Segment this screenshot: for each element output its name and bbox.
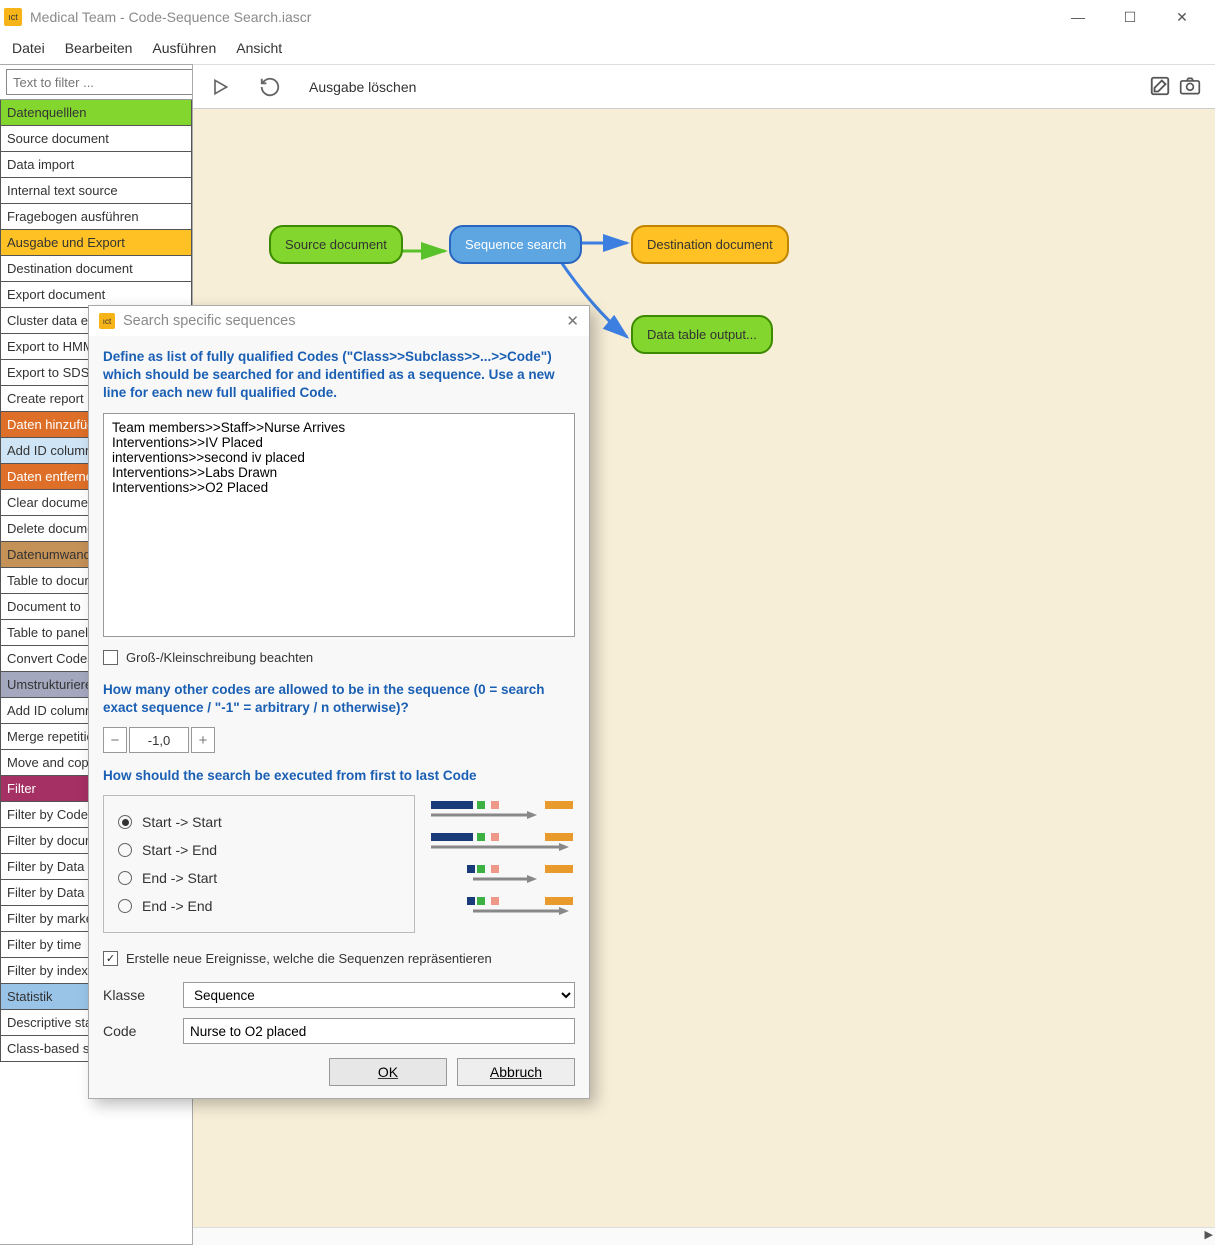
direction-radio-option[interactable]: End -> Start — [118, 864, 400, 892]
node-label: Sequence search — [465, 237, 566, 252]
cancel-button[interactable]: Abbruch — [457, 1058, 575, 1086]
dialog-title: Search specific sequences — [123, 313, 296, 329]
dialog-description: Define as list of fully qualified Codes … — [103, 348, 575, 403]
menubar: Datei Bearbeiten Ausführen Ansicht — [0, 34, 1215, 64]
node-label: Destination document — [647, 237, 773, 252]
spinner-decrement[interactable]: − — [103, 727, 127, 753]
ok-button[interactable]: OK — [329, 1058, 447, 1086]
node-destination-document[interactable]: Destination document — [631, 225, 789, 264]
node-source-document[interactable]: Source document — [269, 225, 403, 264]
radio-label: End -> End — [142, 898, 212, 914]
dialog-app-icon: ıct — [99, 313, 115, 329]
refresh-icon[interactable] — [259, 76, 281, 98]
node-sequence-search[interactable]: Sequence search — [449, 225, 582, 264]
create-events-label: Erstelle neue Ereignisse, welche die Seq… — [126, 951, 492, 966]
radio-label: End -> Start — [142, 870, 217, 886]
case-label: Groß-/Kleinschreibung beachten — [126, 650, 313, 665]
case-checkbox[interactable] — [103, 650, 118, 665]
direction-radio-option[interactable]: End -> End — [118, 892, 400, 920]
codes-textarea[interactable] — [103, 413, 575, 637]
sidebar-item[interactable]: Source document — [0, 126, 192, 152]
direction-radio-option[interactable]: Start -> Start — [118, 808, 400, 836]
sidebar-item[interactable]: Ausgabe und Export — [0, 230, 192, 256]
create-events-checkbox[interactable]: ✓ — [103, 951, 118, 966]
spinner-value[interactable]: -1,0 — [129, 727, 189, 753]
menu-bearbeiten[interactable]: Bearbeiten — [65, 40, 133, 56]
horizontal-scrollbar[interactable]: ▶ — [193, 1227, 1215, 1245]
node-label: Source document — [285, 237, 387, 252]
maximize-button[interactable]: ☐ — [1115, 5, 1145, 29]
sidebar-item[interactable]: Datenquelllen — [0, 100, 192, 126]
klasse-label: Klasse — [103, 987, 169, 1003]
app-icon: ıct — [4, 8, 22, 26]
radio-icon — [118, 871, 132, 885]
radio-icon — [118, 815, 132, 829]
radio-icon — [118, 899, 132, 913]
klasse-select[interactable]: Sequence — [183, 982, 575, 1008]
node-label: Data table output... — [647, 327, 757, 342]
direction-radio-option[interactable]: Start -> End — [118, 836, 400, 864]
code-label: Code — [103, 1023, 169, 1039]
window-title: Medical Team - Code-Sequence Search.iasc… — [30, 9, 311, 25]
menu-datei[interactable]: Datei — [12, 40, 45, 56]
allowed-codes-spinner: − -1,0 + — [103, 727, 575, 753]
canvas-toolbar: Ausgabe löschen — [193, 64, 1215, 108]
clear-output-button[interactable]: Ausgabe löschen — [309, 79, 416, 95]
sidebar-item[interactable]: Destination document — [0, 256, 192, 282]
minimize-button[interactable]: — — [1063, 5, 1093, 29]
spinner-increment[interactable]: + — [191, 727, 215, 753]
radio-icon — [118, 843, 132, 857]
window-controls: — ☐ ✕ — [1063, 5, 1211, 29]
radio-label: Start -> Start — [142, 814, 222, 830]
menu-ausfuehren[interactable]: Ausführen — [152, 40, 216, 56]
menu-ansicht[interactable]: Ansicht — [236, 40, 282, 56]
edit-icon[interactable] — [1149, 75, 1171, 97]
direction-diagrams — [429, 795, 575, 915]
camera-icon[interactable] — [1179, 75, 1201, 97]
window-titlebar: ıct Medical Team - Code-Sequence Search.… — [0, 0, 1215, 34]
sidebar-item[interactable]: Fragebogen ausführen — [0, 204, 192, 230]
direction-radio-group: Start -> Start Start -> End End -> Start En… — [103, 795, 415, 933]
filter-input[interactable] — [6, 69, 193, 95]
run-icon[interactable] — [209, 76, 231, 98]
sidebar-item[interactable]: Internal text source — [0, 178, 192, 204]
close-button[interactable]: ✕ — [1167, 5, 1197, 29]
node-data-table-output[interactable]: Data table output... — [631, 315, 773, 354]
dialog-close-button[interactable]: ✕ — [566, 312, 579, 330]
howexec-label: How should the search be executed from f… — [103, 767, 575, 785]
howmany-label: How many other codes are allowed to be i… — [103, 681, 575, 717]
sidebar-item[interactable]: Data import — [0, 152, 192, 178]
radio-label: Start -> End — [142, 842, 217, 858]
sequence-search-dialog: ıct Search specific sequences ✕ Define a… — [88, 305, 590, 1099]
code-input[interactable] — [183, 1018, 575, 1044]
